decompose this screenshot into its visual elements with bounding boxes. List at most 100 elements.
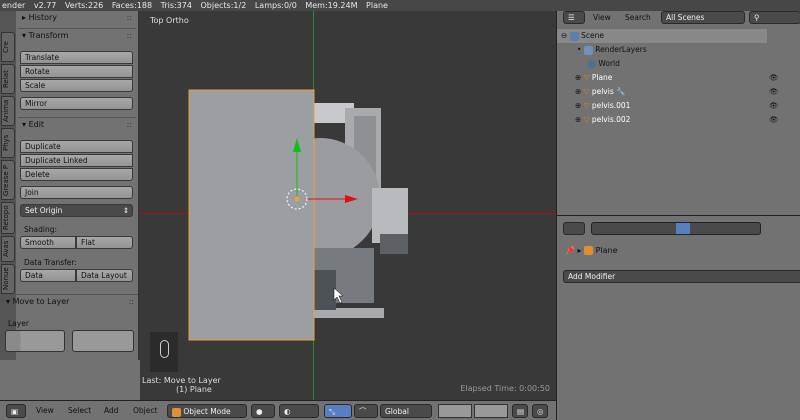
object-label: (1) Plane bbox=[176, 385, 212, 394]
join-button[interactable]: Join bbox=[20, 186, 133, 199]
layers-grid-2[interactable] bbox=[474, 404, 508, 418]
mode-label: Object Mode bbox=[183, 407, 231, 416]
lock-camera-icon[interactable]: ▤ bbox=[512, 404, 528, 418]
mode-select[interactable]: Object Mode bbox=[167, 404, 247, 418]
elapsed-time: Elapsed Time: 0:00:50 bbox=[460, 384, 550, 393]
item-label: RenderLayers bbox=[595, 45, 647, 54]
delete-button[interactable]: Delete bbox=[20, 168, 133, 181]
object-origin bbox=[294, 196, 300, 202]
search-input[interactable]: ⚲ bbox=[749, 11, 800, 24]
editor-type-button[interactable]: ☰ bbox=[563, 11, 585, 24]
wrench-icon: 🔧 bbox=[616, 87, 626, 96]
tree-item-world[interactable]: World bbox=[557, 57, 800, 71]
set-origin-label: Set Origin bbox=[25, 206, 63, 215]
layer-label: Layer bbox=[8, 319, 29, 328]
flat-button[interactable]: Flat bbox=[76, 236, 133, 249]
context-tabs[interactable] bbox=[591, 222, 761, 235]
manipulator-toggle[interactable]: ⤡ bbox=[324, 404, 352, 418]
rotate-button[interactable]: Rotate bbox=[20, 65, 133, 78]
mirror-button[interactable]: Mirror bbox=[20, 97, 133, 110]
updown-icon: ⇕ bbox=[122, 206, 129, 215]
stat-mem: Mem:19.24M bbox=[305, 1, 358, 10]
menu-view[interactable]: View bbox=[36, 404, 54, 418]
selected-plane bbox=[188, 89, 315, 341]
panel-move-to-layer[interactable]: ▾ Move to Layer:: bbox=[2, 294, 138, 308]
item-label: Scene bbox=[581, 31, 604, 40]
tree-item-renderlayers[interactable]: • RenderLayers bbox=[557, 43, 800, 57]
editor-type-button[interactable] bbox=[563, 222, 585, 235]
add-modifier-dropdown[interactable]: Add Modifier bbox=[563, 270, 800, 283]
tree-item-pelvis-002[interactable]: ⊕ ▽ pelvis.002 👁 bbox=[557, 113, 800, 127]
properties-editor: 📌 ▸ Plane Add Modifier bbox=[556, 215, 800, 420]
panel-title: Move to Layer bbox=[12, 297, 70, 306]
menu-search[interactable]: Search bbox=[625, 11, 651, 25]
pivot-select[interactable]: ◐ bbox=[279, 404, 319, 418]
layer-grid-2[interactable] bbox=[72, 330, 134, 352]
item-label: World bbox=[598, 59, 620, 68]
tab-create[interactable]: Cre bbox=[1, 32, 15, 62]
tree-item-scene[interactable]: ⊖ Scene bbox=[557, 29, 767, 43]
eye-icon: 👁 bbox=[769, 87, 779, 96]
version: v2.77 bbox=[33, 1, 57, 10]
tree-item-pelvis[interactable]: ⊕ ▽ pelvis 🔧 👁 bbox=[557, 85, 800, 99]
data-button[interactable]: Data bbox=[20, 269, 76, 282]
smooth-button[interactable]: Smooth bbox=[20, 236, 76, 249]
context-path: 📌 ▸ Plane bbox=[565, 246, 618, 255]
stat-objects: Objects:1/2 bbox=[200, 1, 247, 10]
tab-grease-pencil[interactable]: Grease P bbox=[1, 160, 15, 200]
tab-animation[interactable]: Anima bbox=[1, 96, 15, 126]
render-icon[interactable]: ◎ bbox=[532, 404, 548, 418]
tool-shelf: ▸ History:: ▾ Transform:: Translate Rota… bbox=[2, 8, 139, 360]
menu-add[interactable]: Add bbox=[104, 404, 119, 418]
stat-verts: Verts:226 bbox=[64, 1, 104, 10]
tab-physics[interactable]: Phys bbox=[1, 128, 15, 158]
editor-type-button[interactable]: ▣ bbox=[6, 404, 26, 418]
menu-view[interactable]: View bbox=[593, 11, 611, 25]
scale-button[interactable]: Scale bbox=[20, 79, 133, 92]
orientation-label: Global bbox=[385, 407, 409, 416]
eye-icon: 👁 bbox=[769, 101, 779, 110]
orientation-select[interactable]: Global bbox=[380, 404, 432, 418]
eye-icon: 👁 bbox=[769, 115, 779, 124]
tab-nonue[interactable]: Nonue bbox=[1, 264, 15, 294]
translate-button[interactable]: Translate bbox=[20, 51, 133, 64]
duplicate-linked-button[interactable]: Duplicate Linked bbox=[20, 154, 133, 167]
item-label: pelvis.001 bbox=[591, 101, 631, 110]
panel-history[interactable]: ▸ History:: bbox=[18, 11, 136, 25]
object-name: Plane bbox=[595, 246, 618, 255]
mouse-indicator-icon bbox=[150, 332, 178, 372]
item-label: pelvis.002 bbox=[591, 115, 631, 124]
shading-label: Shading: bbox=[24, 225, 57, 234]
manipulator-rotate[interactable]: ⌒ bbox=[354, 404, 378, 418]
tree-item-pelvis-001[interactable]: ⊕ ▽ pelvis.001 👁 bbox=[557, 99, 800, 113]
viewport-header: ▣ View Select Add Object Object Mode ● ◐… bbox=[0, 400, 556, 420]
menu-object[interactable]: Object bbox=[133, 404, 157, 418]
tab-avas[interactable]: Avas bbox=[1, 236, 15, 262]
panel-title: History bbox=[28, 13, 58, 22]
layers-grid-1[interactable] bbox=[438, 404, 472, 418]
panel-edit[interactable]: ▾ Edit:: bbox=[18, 117, 136, 131]
menu-select[interactable]: Select bbox=[68, 404, 91, 418]
outliner: ☰ View Search All Scenes ⚲ ⊖ Scene • Ren… bbox=[556, 8, 800, 215]
add-modifier-label: Add Modifier bbox=[568, 272, 616, 281]
data-layout-button[interactable]: Data Layout bbox=[76, 269, 133, 282]
panel-transform[interactable]: ▾ Transform:: bbox=[18, 28, 136, 42]
render-engine-select[interactable]: ender bbox=[2, 1, 25, 10]
tab-retopo[interactable]: Retopo bbox=[1, 202, 15, 234]
modifier-tab-wrench-icon[interactable] bbox=[676, 223, 690, 234]
display-mode-select[interactable]: All Scenes bbox=[661, 11, 745, 24]
layer-grid-1[interactable] bbox=[5, 330, 65, 352]
shelf-bottom bbox=[0, 360, 140, 400]
cube-icon bbox=[172, 407, 181, 417]
outliner-header: ☰ View Search All Scenes ⚲ bbox=[557, 11, 800, 25]
3d-viewport[interactable]: Top Ortho Last: Move to Layer (1) Plane … bbox=[140, 8, 556, 400]
shading-select[interactable]: ● bbox=[251, 404, 275, 418]
duplicate-button[interactable]: Duplicate bbox=[20, 140, 133, 153]
set-origin-dropdown[interactable]: Set Origin ⇕ bbox=[20, 204, 133, 217]
tree-item-plane[interactable]: ⊕ ▽ Plane 👁 bbox=[557, 71, 800, 85]
stat-faces: Faces:188 bbox=[111, 1, 153, 10]
stat-lamps: Lamps:0/0 bbox=[254, 1, 297, 10]
panel-title: Edit bbox=[28, 120, 45, 129]
stat-tris: Tris:374 bbox=[160, 1, 192, 10]
tab-relations[interactable]: Relat bbox=[1, 64, 15, 94]
